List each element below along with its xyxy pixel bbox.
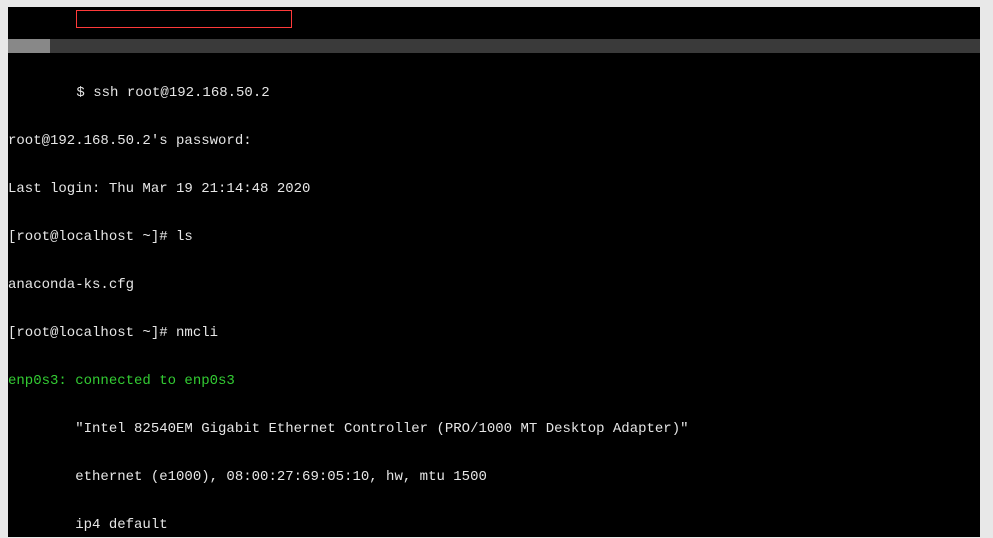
- enp0s3-ip4default: ip4 default: [8, 517, 980, 533]
- shell-prompt-ls: [root@localhost ~]# ls: [8, 229, 980, 245]
- window-titlebar: [8, 39, 980, 53]
- ssh-command: $ ssh root@192.168.50.2: [16, 85, 269, 101]
- terminal-window[interactable]: $ ssh root@192.168.50.2 root@192.168.50.…: [8, 7, 980, 537]
- enp0s3-desc: "Intel 82540EM Gigabit Ethernet Controll…: [8, 421, 980, 437]
- ls-output: anaconda-ks.cfg: [8, 277, 980, 293]
- enp0s3-header: enp0s3: connected to enp0s3: [8, 373, 980, 389]
- last-login: Last login: Thu Mar 19 21:14:48 2020: [8, 181, 980, 197]
- titlebar-patch: [8, 39, 50, 53]
- shell-prompt-nmcli: [root@localhost ~]# nmcli: [8, 325, 980, 341]
- password-prompt: root@192.168.50.2's password:: [8, 133, 980, 149]
- enp0s3-mac: ethernet (e1000), 08:00:27:69:05:10, hw,…: [8, 469, 980, 485]
